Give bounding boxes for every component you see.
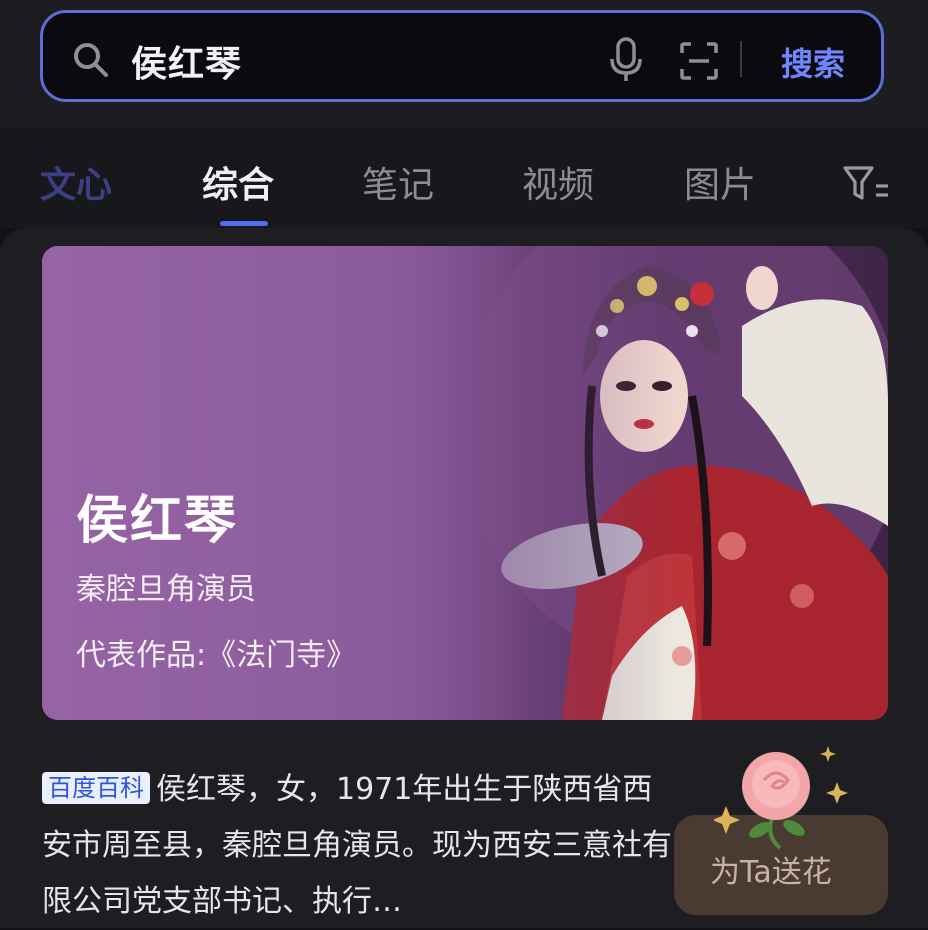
- baike-badge: 百度百科: [42, 772, 150, 804]
- representative-works: 代表作品:《法门寺》: [76, 630, 356, 674]
- baike-summary[interactable]: 百度百科 侯红琴，女，1971年出生于陕西省西安市周至县，秦腔旦角演员。现为西安三…: [42, 762, 672, 930]
- rose-icon[interactable]: [714, 744, 864, 854]
- tab-video[interactable]: 视频: [522, 156, 594, 208]
- tab-wenxin[interactable]: 文心: [40, 156, 112, 208]
- result-tabs: 文心 综合 笔记 视频 图片: [0, 128, 928, 228]
- works-label: 代表作品:: [76, 638, 207, 673]
- search-button[interactable]: 搜索: [781, 39, 845, 85]
- person-hero-banner[interactable]: 侯红琴 秦腔旦角演员 代表作品:《法门寺》: [42, 246, 888, 720]
- top-search-bar: 侯红琴 搜索: [0, 0, 928, 128]
- tab-comprehensive[interactable]: 综合: [202, 156, 274, 208]
- scan-icon[interactable]: [679, 41, 719, 81]
- search-icon: [74, 43, 108, 77]
- tab-images[interactable]: 图片: [684, 156, 756, 208]
- tab-notes[interactable]: 笔记: [362, 156, 434, 208]
- filter-icon[interactable]: [842, 164, 890, 204]
- active-tab-indicator: [220, 221, 268, 226]
- person-role: 秦腔旦角演员: [76, 572, 256, 607]
- search-query-text[interactable]: 侯红琴: [131, 35, 242, 87]
- works-value[interactable]: 《法门寺》: [206, 638, 356, 673]
- search-input[interactable]: 侯红琴 搜索: [40, 10, 884, 102]
- person-name: 侯红琴: [76, 491, 239, 551]
- microphone-icon[interactable]: [609, 37, 643, 83]
- search-divider: [740, 41, 742, 77]
